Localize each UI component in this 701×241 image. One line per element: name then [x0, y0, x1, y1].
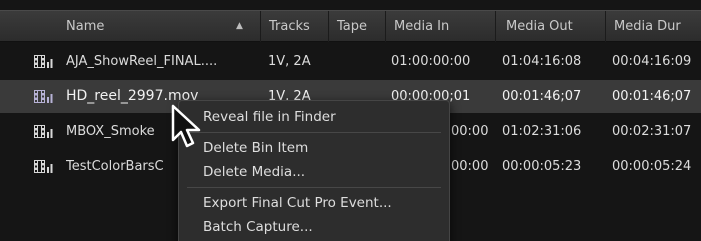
row-media-dur: 00:04:16:09 — [612, 54, 692, 69]
column-tracks[interactable]: Tracks — [261, 11, 329, 42]
table-row[interactable]: AJA_ShowReel_FINAL.... 1V, 2A 01:00:00:0… — [0, 45, 701, 78]
sort-ascending-icon[interactable]: ▲ — [236, 11, 243, 42]
row-media-out: 00:00:05:23 — [502, 159, 582, 174]
column-name[interactable]: Name ▲ — [0, 11, 261, 42]
row-media-dur: 00:01:46;07 — [612, 89, 692, 104]
menu-item-reveal-in-finder[interactable]: Reveal file in Finder — [179, 106, 449, 128]
column-header: Name ▲ Tracks Tape Media In Media Out Me… — [0, 10, 701, 42]
row-media-in: 00:00 — [451, 124, 489, 139]
row-media-out: 00:01:46;07 — [502, 89, 582, 104]
menu-separator — [187, 187, 441, 188]
row-media-out: 01:02:31:06 — [502, 124, 582, 139]
clip-icon — [34, 160, 53, 173]
row-media-out: 01:04:16:08 — [502, 54, 582, 69]
clip-icon — [34, 125, 53, 138]
column-media-dur-label: Media Dur — [614, 19, 681, 34]
context-menu: Reveal file in Finder Delete Bin Item De… — [178, 100, 450, 241]
column-media-out[interactable]: Media Out — [496, 11, 606, 42]
row-media-in: 00:00 — [451, 159, 489, 174]
column-tape-label: Tape — [337, 19, 368, 34]
column-tracks-label: Tracks — [269, 19, 310, 34]
column-media-dur[interactable]: Media Dur — [606, 11, 701, 42]
clip-icon — [34, 90, 53, 103]
row-name: AJA_ShowReel_FINAL.... — [66, 54, 218, 69]
row-media-dur: 00:00:05:24 — [612, 159, 692, 174]
row-tracks: 1V, 2A — [268, 54, 311, 69]
row-media-in: 01:00:00:00 — [391, 54, 471, 69]
column-tape[interactable]: Tape — [329, 11, 386, 42]
menu-item-delete-bin-item[interactable]: Delete Bin Item — [179, 137, 449, 159]
menu-separator — [187, 132, 441, 133]
bin-list-panel: Name ▲ Tracks Tape Media In Media Out Me… — [0, 0, 701, 241]
clip-icon — [34, 55, 53, 68]
menu-item-export-fcp-event[interactable]: Export Final Cut Pro Event... — [179, 192, 449, 214]
arrow-cursor-icon — [171, 104, 201, 148]
menu-item-delete-media[interactable]: Delete Media... — [179, 161, 449, 183]
column-media-in[interactable]: Media In — [386, 11, 496, 42]
column-media-in-label: Media In — [394, 19, 450, 34]
row-name: TestColorBarsC — [66, 159, 164, 174]
row-name: MBOX_Smoke — [66, 124, 155, 139]
menu-item-batch-capture[interactable]: Batch Capture... — [179, 216, 449, 238]
row-media-dur: 00:02:31:07 — [612, 124, 692, 139]
column-media-out-label: Media Out — [506, 19, 573, 34]
column-name-label: Name — [66, 19, 105, 34]
